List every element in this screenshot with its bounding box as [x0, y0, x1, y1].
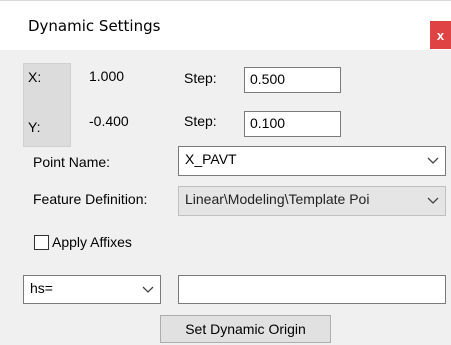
close-icon: x — [436, 27, 445, 43]
y-label: Y: — [28, 119, 41, 135]
prefix-selected-value: hs= — [30, 280, 53, 296]
point-name-label: Point Name: — [33, 154, 111, 170]
x-step-input[interactable]: 0.500 — [244, 67, 341, 93]
point-name-combobox[interactable]: X_PAVT — [178, 146, 446, 176]
x-step-label: Step: — [184, 70, 217, 86]
set-dynamic-origin-label: Set Dynamic Origin — [185, 321, 306, 337]
feature-definition-label: Feature Definition: — [33, 191, 148, 207]
close-button[interactable]: x — [430, 21, 451, 49]
affix-text-input[interactable] — [178, 275, 446, 304]
apply-affixes-checkbox[interactable] — [34, 235, 49, 250]
title-bar: Dynamic Settings x — [0, 0, 451, 50]
x-value: 1.000 — [89, 68, 125, 84]
point-name-value: X_PAVT — [185, 151, 237, 167]
chevron-down-icon — [142, 286, 154, 293]
feature-definition-combobox[interactable]: Linear\Modeling\Template Poi — [178, 186, 446, 216]
chevron-down-icon — [427, 157, 439, 164]
apply-affixes-label: Apply Affixes — [52, 234, 132, 250]
feature-definition-value: Linear\Modeling\Template Poi — [185, 191, 370, 207]
x-label: X: — [28, 69, 42, 85]
dynamic-settings-dialog: Dynamic Settings x X: Y: 1.000 -0.400 St… — [0, 0, 451, 345]
set-dynamic-origin-button[interactable]: Set Dynamic Origin — [160, 315, 331, 343]
y-step-value: 0.100 — [250, 115, 286, 131]
dialog-title: Dynamic Settings — [28, 17, 161, 35]
x-step-value: 0.500 — [250, 71, 286, 87]
title-bar-divider — [0, 0, 451, 1]
y-step-label: Step: — [184, 113, 217, 129]
y-value: -0.400 — [89, 113, 129, 129]
prefix-select[interactable]: hs= — [23, 275, 161, 304]
y-step-input[interactable]: 0.100 — [244, 111, 341, 137]
chevron-down-icon — [427, 197, 439, 204]
